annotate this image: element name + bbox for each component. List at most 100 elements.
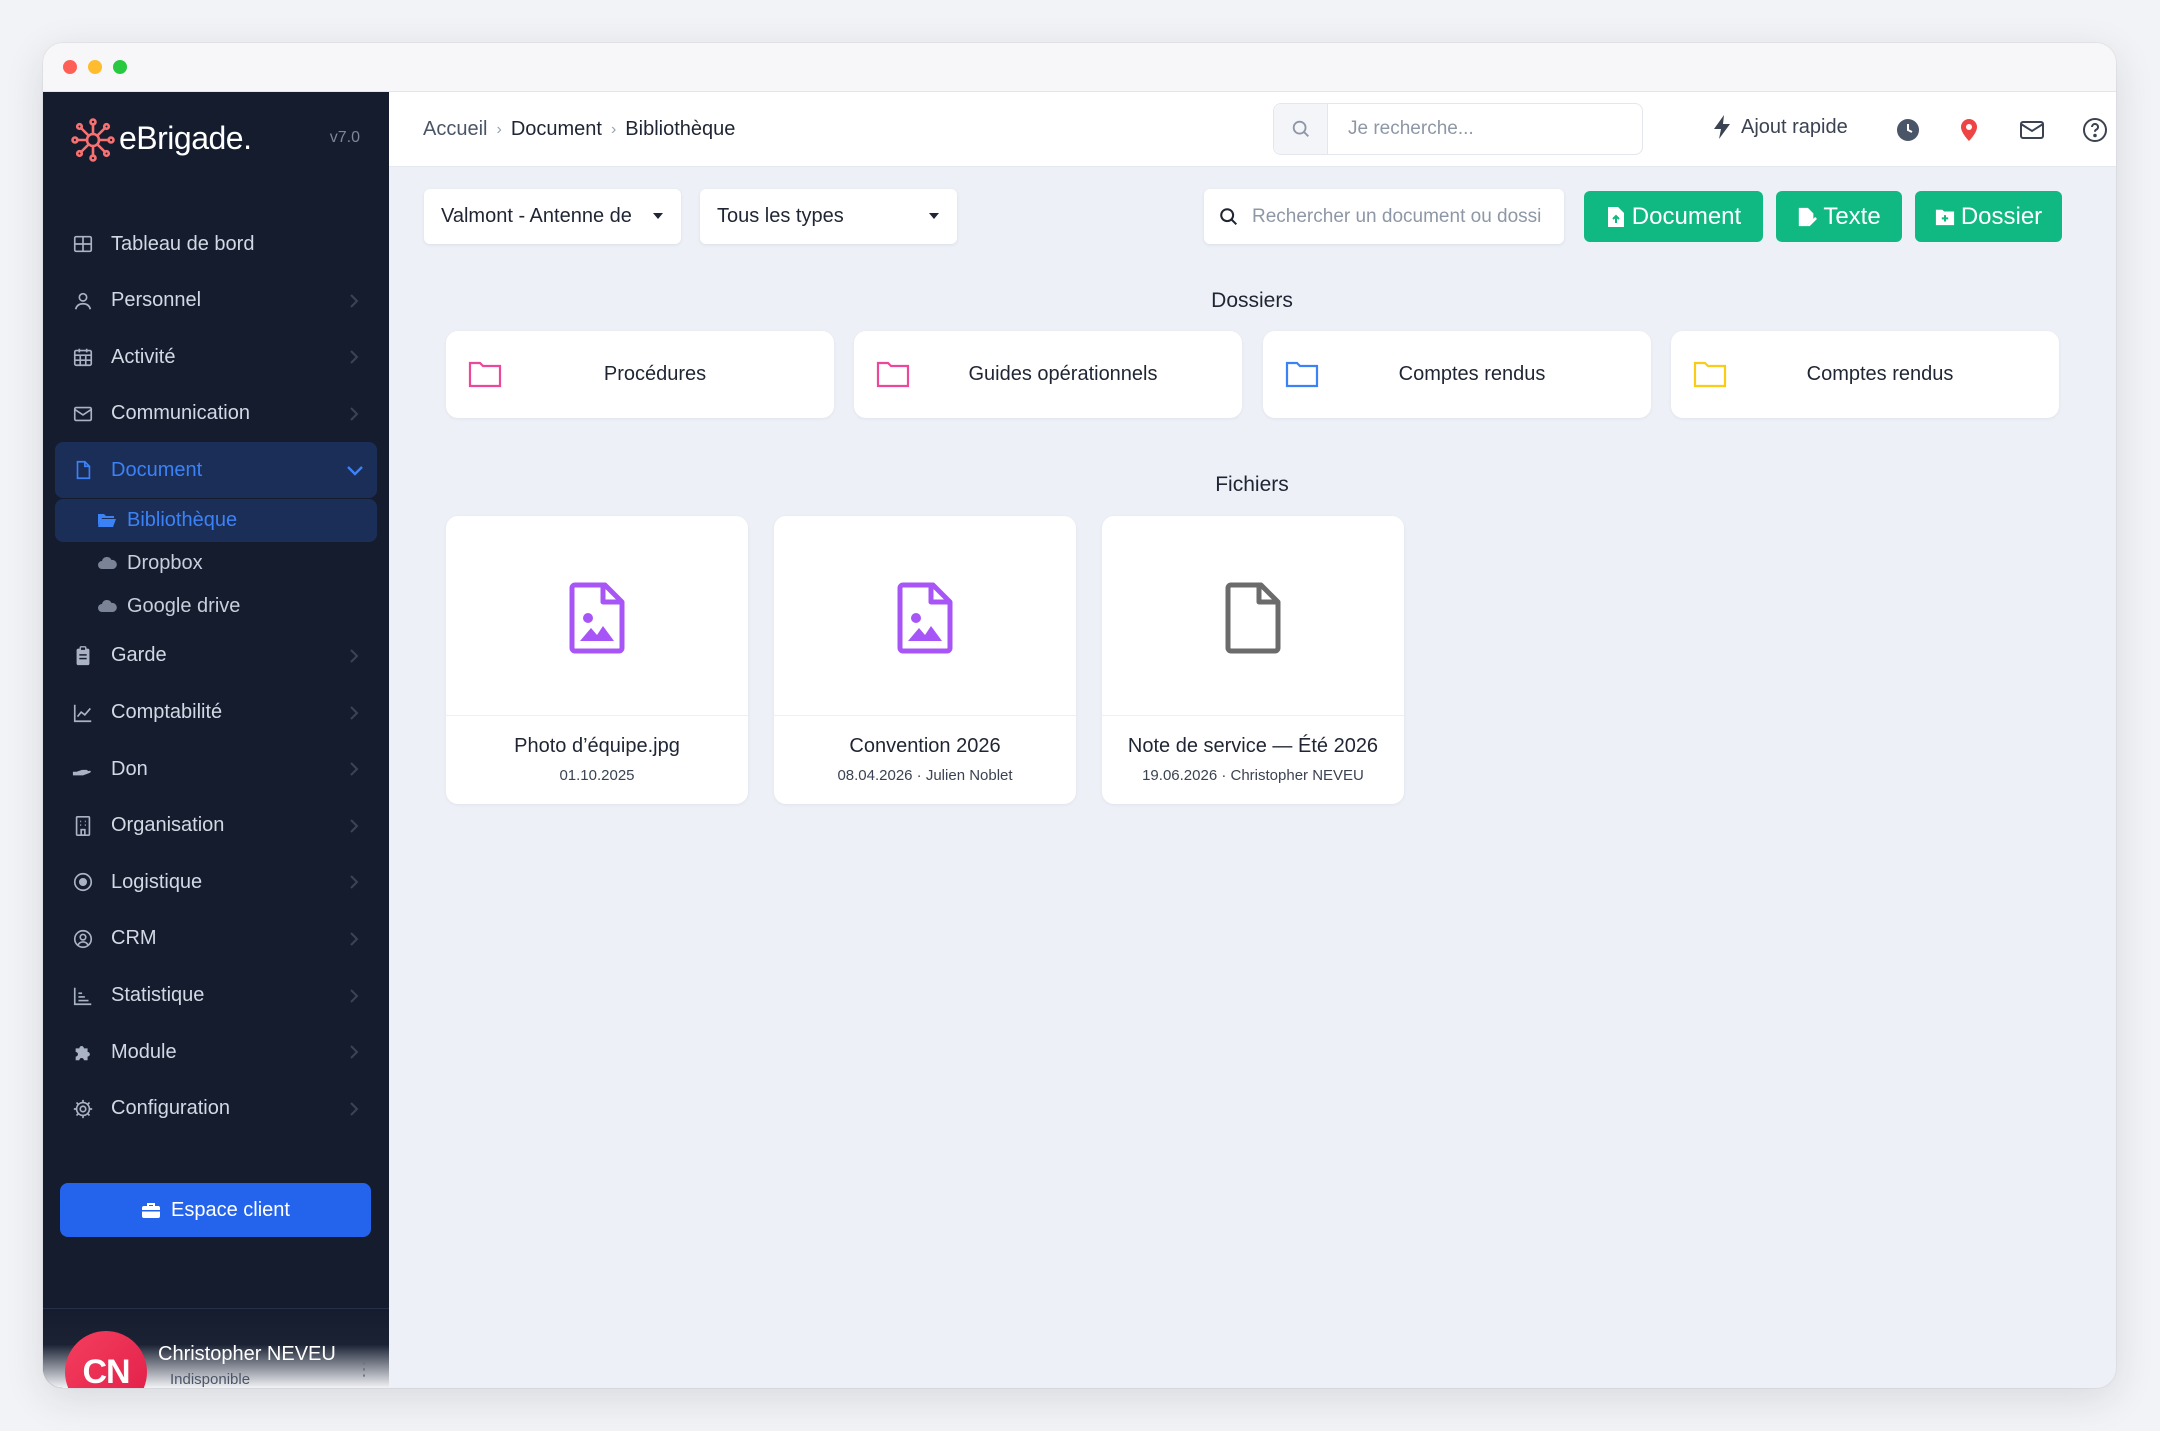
chevron-right-icon <box>350 705 359 720</box>
folder-label: Procédures <box>603 363 707 385</box>
sidebar-item-label: Communication <box>111 402 250 425</box>
chevron-right-icon <box>350 649 359 663</box>
file-name: Photo d’équipe.jpg <box>514 735 680 757</box>
clock-icon[interactable] <box>1895 117 1921 143</box>
file-name: Note de service — Été 2026 <box>1127 735 1379 757</box>
user-name: Christopher NEVEU <box>158 1343 336 1365</box>
sidebar-item-garde[interactable]: Garde <box>55 628 377 684</box>
sidebar-item-label: Personnel <box>111 289 202 312</box>
folder-open-icon <box>97 510 117 530</box>
sidebar-item-label: Document <box>111 458 203 481</box>
file-card[interactable]: Photo d’équipe.jpg 01.10.2025 <box>446 516 748 804</box>
sidebar-item-label: Activité <box>111 345 176 368</box>
folder-card[interactable]: Comptes rendus <box>1671 331 2059 418</box>
more-vertical-icon[interactable]: ⋮ <box>355 1359 373 1380</box>
sidebar: eBrigade. v7.0 Tableau de bord Personnel <box>43 92 389 1388</box>
target-icon <box>71 870 95 894</box>
folder-card[interactable]: Procédures <box>446 331 834 418</box>
sidebar-item-activite[interactable]: Activité <box>55 329 377 385</box>
sidebar-item-tableau-de-bord[interactable]: Tableau de bord <box>55 216 377 272</box>
folder-icon <box>876 359 910 389</box>
clipboard-icon <box>71 644 95 668</box>
sidebar-item-label: Module <box>111 1040 177 1063</box>
close-window-button[interactable] <box>63 60 77 74</box>
minimize-window-button[interactable] <box>88 60 102 74</box>
brand-logo[interactable]: eBrigade. <box>71 118 371 162</box>
sidebar-item-crm[interactable]: CRM <box>55 911 377 967</box>
folders-section-title: Dossiers <box>1211 289 1293 312</box>
folder-icon <box>1285 359 1319 389</box>
sidebar-item-personnel[interactable]: Personnel <box>55 273 377 329</box>
sidebar-item-module[interactable]: Module <box>55 1024 377 1080</box>
file-upload-icon <box>1607 206 1624 227</box>
document-search-input[interactable] <box>1252 205 1542 228</box>
file-thumbnail <box>446 516 748 716</box>
chevron-right-icon <box>350 350 359 364</box>
location-pin-icon[interactable] <box>1956 117 1982 143</box>
espace-client-button[interactable]: Espace client <box>60 1183 371 1237</box>
type-select[interactable]: Tous les types <box>700 189 957 244</box>
sidebar-subitem-label: Bibliothèque <box>127 508 238 531</box>
quick-add-button[interactable]: Ajout rapide <box>1711 114 1848 140</box>
add-text-button[interactable]: Texte <box>1776 191 1902 242</box>
gear-icon <box>71 1097 95 1121</box>
sidebar-item-document[interactable]: Document <box>55 442 377 499</box>
file-icon <box>1225 582 1281 654</box>
folder-card[interactable]: Guides opérationnels <box>854 331 1242 418</box>
sidebar-subitem-google-drive[interactable]: Google drive <box>55 585 377 628</box>
document-search <box>1204 189 1564 244</box>
sidebar-item-communication[interactable]: Communication <box>55 386 377 442</box>
sidebar-item-organisation[interactable]: Organisation <box>55 798 377 854</box>
cloud-icon <box>97 596 117 616</box>
help-icon[interactable] <box>2082 117 2108 143</box>
search-icon <box>1274 104 1328 154</box>
breadcrumb-document[interactable]: Document <box>511 118 602 141</box>
sidebar-subitem-dropbox[interactable]: Dropbox <box>55 542 377 585</box>
sidebar-item-comptabilite[interactable]: Comptabilité <box>55 685 377 741</box>
chevron-right-icon <box>350 762 359 776</box>
file-meta: 19.06.2026 · Christopher NEVEU <box>1142 767 1364 784</box>
chevron-right-icon <box>350 988 359 1003</box>
sidebar-item-logistique[interactable]: Logistique <box>55 854 377 910</box>
cloud-icon <box>97 553 117 573</box>
quick-add-label: Ajout rapide <box>1741 115 1848 138</box>
add-folder-button[interactable]: Dossier <box>1915 191 2062 242</box>
global-search-input[interactable] <box>1328 104 1642 154</box>
sidebar-subitem-label: Google drive <box>127 594 241 617</box>
folder-card[interactable]: Comptes rendus <box>1263 331 1651 418</box>
user-icon <box>71 289 95 313</box>
file-meta: 01.10.2025 <box>559 767 635 784</box>
structure-select[interactable]: Valmont - Antenne de <box>424 189 681 244</box>
sidebar-item-configuration[interactable]: Configuration <box>55 1081 377 1137</box>
chevron-right-icon <box>350 1045 359 1059</box>
sidebar-subitem-bibliotheque[interactable]: Bibliothèque <box>55 498 377 542</box>
sidebar-item-statistique[interactable]: Statistique <box>55 968 377 1024</box>
breadcrumb-bibliotheque: Bibliothèque <box>625 118 736 140</box>
avatar[interactable]: CN <box>65 1331 147 1388</box>
add-document-button[interactable]: Document <box>1584 191 1763 242</box>
file-card[interactable]: Note de service — Été 2026 19.06.2026 · … <box>1102 516 1404 804</box>
chevron-right-icon <box>350 293 359 308</box>
maximize-window-button[interactable] <box>113 60 127 74</box>
sidebar-item-label: Statistique <box>111 984 205 1007</box>
envelope-icon[interactable] <box>2019 117 2045 143</box>
sidebar-item-label: Tableau de bord <box>111 232 255 255</box>
user-profile[interactable]: CN Christopher NEVEU Indisponible ⋮ <box>43 1309 389 1388</box>
sidebar-item-label: Configuration <box>111 1097 230 1120</box>
files-section-title: Fichiers <box>1215 473 1289 496</box>
puzzle-icon <box>71 1040 95 1064</box>
breadcrumb-accueil[interactable]: Accueil <box>423 118 487 141</box>
chevron-right-icon <box>350 875 359 890</box>
chevron-down-icon <box>347 466 363 477</box>
add-text-label: Texte <box>1823 202 1881 230</box>
file-meta: 08.04.2026 · Julien Noblet <box>837 767 1013 784</box>
sidebar-item-don[interactable]: Don <box>55 741 377 797</box>
file-card[interactable]: Convention 2026 08.04.2026 · Julien Nobl… <box>774 516 1076 804</box>
file-thumbnail <box>774 516 1076 716</box>
chart-line-icon <box>71 701 95 725</box>
mail-icon <box>71 402 95 426</box>
file-pen-icon <box>1799 207 1818 226</box>
structure-select-value: Valmont - Antenne de <box>441 205 632 227</box>
espace-client-label: Espace client <box>171 1198 290 1221</box>
dashboard-icon <box>71 232 95 256</box>
